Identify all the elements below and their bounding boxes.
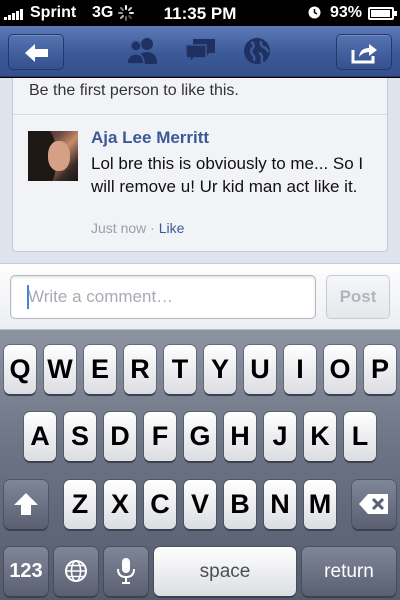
key-x[interactable]: X — [104, 480, 136, 529]
key-h[interactable]: H — [224, 412, 256, 461]
key-m[interactable]: M — [304, 480, 336, 529]
comment-timestamp: Just now — [91, 220, 147, 236]
microphone-icon — [117, 558, 135, 584]
globe-icon[interactable] — [242, 36, 272, 66]
key-e[interactable]: E — [84, 345, 116, 394]
friends-icon[interactable] — [124, 36, 160, 66]
post-card: Be the first person to like this. Aja Le… — [12, 78, 388, 252]
key-k[interactable]: K — [304, 412, 336, 461]
likes-summary: Be the first person to like this. — [29, 82, 239, 99]
key-o[interactable]: O — [324, 345, 356, 394]
shift-icon — [14, 493, 38, 515]
comment-text: Lol bre this is obviously to me... So I … — [91, 154, 364, 196]
divider — [13, 114, 387, 115]
comment-input[interactable]: Write a comment… — [10, 275, 316, 319]
comment-author[interactable]: Aja Lee Merritt — [91, 128, 209, 148]
share-button[interactable] — [336, 34, 392, 70]
key-y[interactable]: Y — [204, 345, 236, 394]
return-key[interactable]: return — [302, 547, 396, 596]
globe-key[interactable] — [54, 547, 98, 596]
back-button[interactable] — [8, 34, 64, 70]
comment-meta: Just now · Like — [91, 220, 184, 236]
key-u[interactable]: U — [244, 345, 276, 394]
battery-icon — [368, 7, 397, 20]
post-button[interactable]: Post — [326, 275, 390, 319]
avatar[interactable] — [28, 131, 78, 181]
key-t[interactable]: T — [164, 345, 196, 394]
key-l[interactable]: L — [344, 412, 376, 461]
key-w[interactable]: W — [44, 345, 76, 394]
key-c[interactable]: C — [144, 480, 176, 529]
comment-placeholder: Write a comment… — [28, 287, 174, 306]
battery-percent: 93% — [330, 4, 363, 21]
globe-icon — [65, 560, 87, 582]
alarm-clock-icon — [308, 6, 321, 19]
key-n[interactable]: N — [264, 480, 296, 529]
key-v[interactable]: V — [184, 480, 216, 529]
key-q[interactable]: Q — [4, 345, 36, 394]
key-g[interactable]: G — [184, 412, 216, 461]
delete-key[interactable] — [352, 480, 396, 529]
share-icon — [351, 44, 377, 64]
space-key[interactable]: space — [154, 547, 296, 596]
key-s[interactable]: S — [64, 412, 96, 461]
shift-key[interactable] — [4, 480, 48, 529]
key-j[interactable]: J — [264, 412, 296, 461]
nav-bar — [0, 26, 400, 77]
text-caret — [27, 285, 29, 309]
back-arrow-icon — [25, 44, 48, 62]
comment-composer: Write a comment… Post — [0, 263, 400, 330]
dictation-key[interactable] — [104, 547, 148, 596]
key-f[interactable]: F — [144, 412, 176, 461]
meta-separator: · — [150, 220, 155, 236]
key-d[interactable]: D — [104, 412, 136, 461]
status-bar: Sprint 3G 11:35 PM 93% — [0, 0, 400, 26]
comment-like-link[interactable]: Like — [159, 220, 185, 236]
key-z[interactable]: Z — [64, 480, 96, 529]
post-detail: Be the first person to like this. Aja Le… — [0, 78, 400, 263]
delete-icon — [359, 494, 388, 514]
key-i[interactable]: I — [284, 345, 316, 394]
key-b[interactable]: B — [224, 480, 256, 529]
numbers-key[interactable]: 123 — [4, 547, 48, 596]
messages-icon[interactable] — [184, 36, 218, 66]
key-p[interactable]: P — [364, 345, 396, 394]
keyboard: 123 space return QWERTYUIOP ASDFGHJKL ZXCV… — [0, 330, 400, 600]
key-a[interactable]: A — [24, 412, 56, 461]
key-r[interactable]: R — [124, 345, 156, 394]
